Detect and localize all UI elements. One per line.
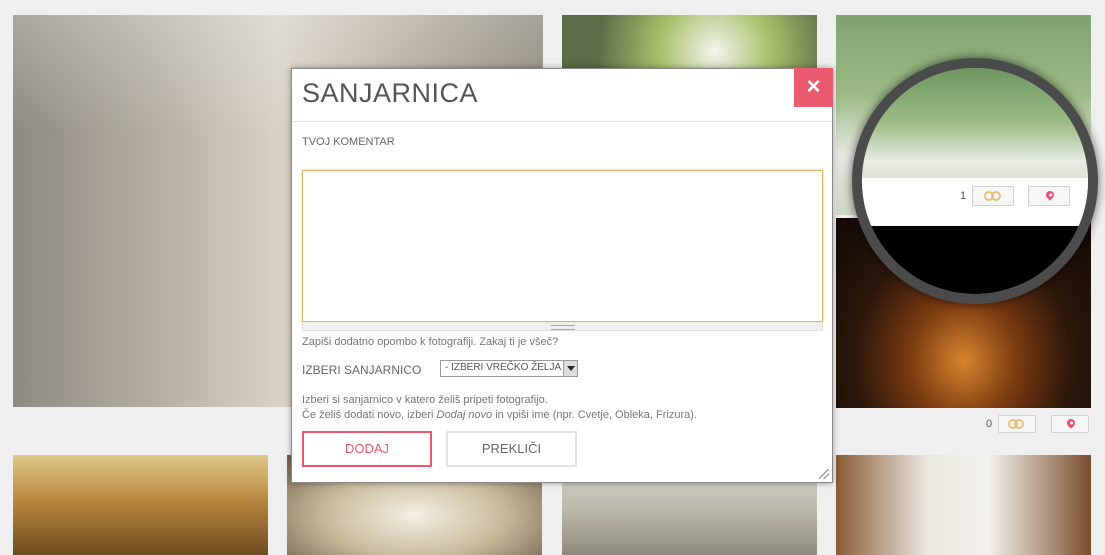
like-rings-button[interactable] — [998, 415, 1036, 433]
magnified-photo — [862, 68, 1088, 178]
tile-action-bar: 0 — [836, 408, 1091, 440]
dialog-title: SANJARNICA — [302, 78, 479, 108]
like-count: 0 — [986, 418, 993, 430]
wishlist-select[interactable]: - IZBERI VREČKO ŽELJA - — [440, 360, 578, 377]
photo — [13, 455, 268, 555]
location-pin-icon — [1065, 417, 1077, 429]
pin-button[interactable] — [1028, 186, 1070, 206]
pin-button[interactable] — [1051, 415, 1089, 433]
add-button[interactable]: DODAJ — [302, 431, 432, 467]
location-pin-icon — [1044, 189, 1056, 201]
comment-hint: Zapiši dodatno opombo k fotografiji. Zak… — [302, 336, 559, 348]
like-rings-button[interactable] — [972, 186, 1014, 206]
comment-label: TVOJ KOMENTAR — [302, 136, 395, 148]
help-line-2-pre: Če želiš dodati novo, izberi — [302, 409, 437, 421]
wishlist-select-value: - IZBERI VREČKO ŽELJA - — [445, 362, 567, 373]
textarea-resize-grip[interactable] — [302, 323, 823, 331]
photo — [562, 15, 817, 75]
rings-icon — [1014, 419, 1024, 429]
gallery-photo-flowers[interactable] — [562, 15, 817, 75]
sanjarnica-dialog: SANJARNICA × TVOJ KOMENTAR Zapiši dodatn… — [291, 68, 833, 483]
close-icon: × — [806, 73, 821, 100]
help-text: Izberi si sanjarnico v katero želiš prip… — [302, 393, 697, 423]
help-line-2: Če želiš dodati novo, izberi Dodaj novo … — [302, 408, 697, 423]
comment-textarea[interactable] — [302, 170, 823, 322]
help-line-1: Izberi si sanjarnico v katero želiš prip… — [302, 394, 548, 406]
rings-icon — [991, 191, 1001, 201]
close-button[interactable]: × — [794, 68, 833, 107]
cancel-button[interactable]: PREKLIČI — [446, 431, 577, 467]
gallery-photo-dance[interactable] — [836, 455, 1091, 555]
gallery-photo-hallway[interactable] — [13, 455, 268, 555]
help-line-2-emphasis: Dodaj novo — [436, 409, 493, 421]
dialog-resize-handle-icon[interactable] — [819, 469, 829, 479]
divider — [292, 121, 832, 122]
chevron-down-icon — [563, 361, 577, 376]
magnified-dark-area — [862, 226, 1088, 294]
photo — [836, 455, 1091, 555]
magnified-action-bar: 1 — [862, 178, 1088, 226]
magnifier-lens: 1 — [852, 58, 1098, 304]
help-line-2-post: in vpiši ime (npr. Cvetje, Obleka, Frizu… — [492, 409, 697, 421]
like-count: 1 — [960, 190, 967, 202]
select-label: IZBERI SANJARNICO — [302, 363, 422, 377]
